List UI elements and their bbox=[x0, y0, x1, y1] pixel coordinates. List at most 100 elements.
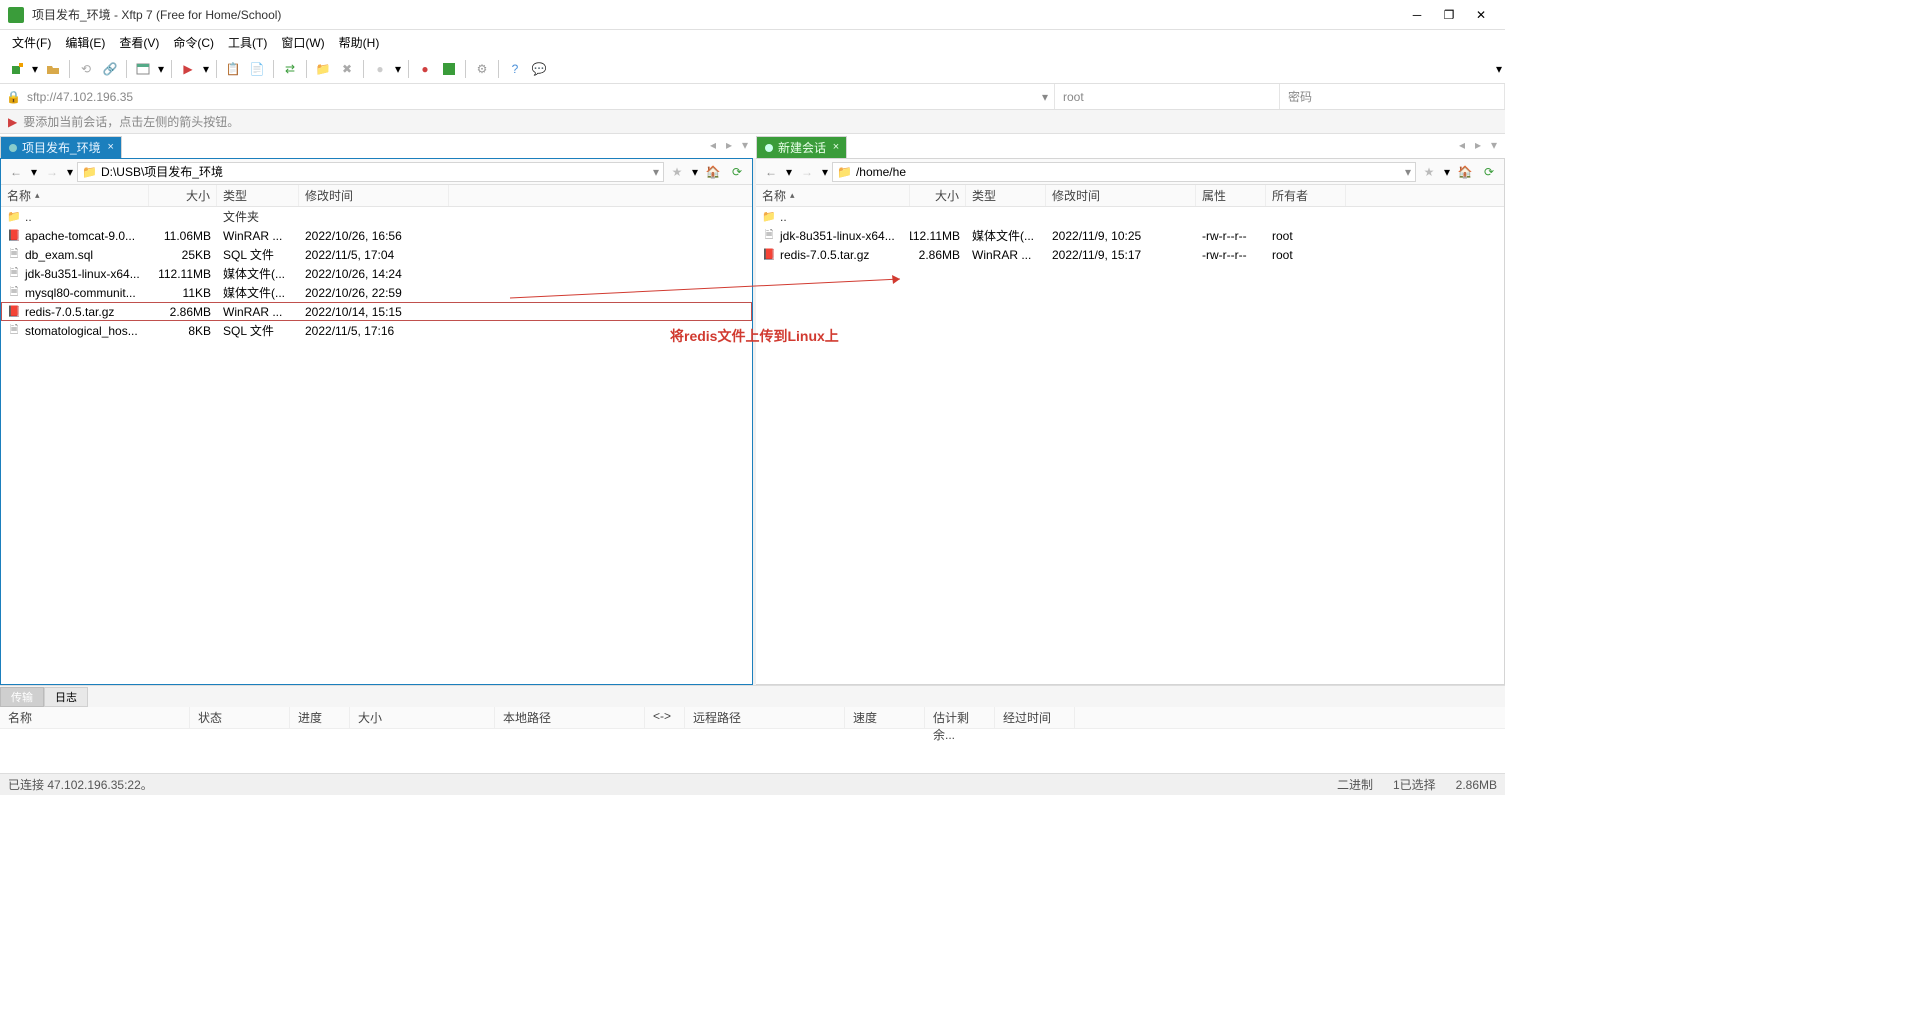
col-attr[interactable]: 属性 bbox=[1196, 185, 1266, 206]
password-field[interactable]: 密码 bbox=[1280, 84, 1505, 109]
path-dropdown-icon[interactable]: ▾ bbox=[1405, 165, 1411, 179]
forward-icon[interactable]: → bbox=[796, 162, 818, 182]
home-icon[interactable]: 🏠 bbox=[1454, 162, 1476, 182]
tab-menu-icon[interactable]: ▾ bbox=[738, 137, 752, 153]
new-session-dropdown[interactable]: ▾ bbox=[30, 62, 40, 76]
username-field[interactable]: root bbox=[1055, 84, 1280, 109]
file-row[interactable]: 🗎jdk-8u351-linux-x64...112.11MB媒体文件(...2… bbox=[1, 264, 752, 283]
file-row[interactable]: 📕redis-7.0.5.tar.gz2.86MBWinRAR ...2022/… bbox=[1, 302, 752, 321]
tab-menu-icon[interactable]: ▾ bbox=[1487, 137, 1501, 153]
file-row[interactable]: 🗎mysql80-communit...11KB媒体文件(...2022/10/… bbox=[1, 283, 752, 302]
file-row[interactable]: 🗎db_exam.sql25KBSQL 文件2022/11/5, 17:04 bbox=[1, 245, 752, 264]
toolbar-overflow-icon[interactable]: ▾ bbox=[1496, 62, 1502, 76]
tab-close-icon[interactable]: × bbox=[830, 141, 842, 153]
menu-file[interactable]: 文件(F) bbox=[6, 32, 57, 53]
close-button[interactable]: ✕ bbox=[1465, 3, 1497, 27]
col-date[interactable]: 修改时间 bbox=[299, 185, 449, 206]
menu-edit[interactable]: 编辑(E) bbox=[59, 32, 111, 53]
minimize-button[interactable]: ─ bbox=[1401, 3, 1433, 27]
up-dir-row[interactable]: 📁.. bbox=[756, 207, 1504, 226]
remote-file-list[interactable]: 📁.. 🗎jdk-8u351-linux-x64...112.11MB媒体文件(… bbox=[756, 207, 1504, 684]
back-icon[interactable]: ← bbox=[5, 162, 27, 182]
menu-tool[interactable]: 工具(T) bbox=[222, 32, 273, 53]
col-size[interactable]: 大小 bbox=[149, 185, 217, 206]
xcol-status[interactable]: 状态 bbox=[190, 707, 290, 728]
new-folder-icon[interactable]: 📁 bbox=[312, 58, 334, 80]
tab-close-icon[interactable]: × bbox=[105, 141, 117, 153]
up-dir-row[interactable]: 📁.. 文件夹 bbox=[1, 207, 752, 226]
forward-icon[interactable]: → bbox=[41, 162, 63, 182]
tab-next-icon[interactable]: ▸ bbox=[722, 137, 736, 153]
refresh-icon[interactable]: ⟳ bbox=[1478, 162, 1500, 182]
xcol-name[interactable]: 名称 bbox=[0, 707, 190, 728]
maximize-button[interactable]: ❐ bbox=[1433, 3, 1465, 27]
menu-window[interactable]: 窗口(W) bbox=[275, 32, 330, 53]
stop-icon[interactable]: ● bbox=[369, 58, 391, 80]
col-type[interactable]: 类型 bbox=[217, 185, 299, 206]
xcol-elapsed[interactable]: 经过时间 bbox=[995, 707, 1075, 728]
col-owner[interactable]: 所有者 bbox=[1266, 185, 1346, 206]
tab-prev-icon[interactable]: ◂ bbox=[1455, 137, 1469, 153]
back-icon[interactable]: ← bbox=[760, 162, 782, 182]
open-session-icon[interactable] bbox=[42, 58, 64, 80]
col-type[interactable]: 类型 bbox=[966, 185, 1046, 206]
star-icon[interactable]: ★ bbox=[666, 162, 688, 182]
help-icon[interactable]: ? bbox=[504, 58, 526, 80]
xcol-progress[interactable]: 进度 bbox=[290, 707, 350, 728]
play-dropdown[interactable]: ▾ bbox=[201, 62, 211, 76]
local-file-list[interactable]: 📁.. 文件夹 📕apache-tomcat-9.0...11.06MBWinR… bbox=[1, 207, 752, 684]
url-dropdown-icon[interactable]: ▾ bbox=[1042, 90, 1048, 104]
path-dropdown-icon[interactable]: ▾ bbox=[653, 165, 659, 179]
menu-view[interactable]: 查看(V) bbox=[113, 32, 165, 53]
tab-local[interactable]: 项目发布_环境 × bbox=[0, 136, 122, 158]
sync-icon[interactable]: ⇄ bbox=[279, 58, 301, 80]
delete-icon[interactable]: ✖ bbox=[336, 58, 358, 80]
tab-transfer[interactable]: 传输 bbox=[0, 687, 44, 707]
back-dropdown[interactable]: ▾ bbox=[784, 165, 794, 179]
menu-help[interactable]: 帮助(H) bbox=[333, 32, 386, 53]
xcol-dir[interactable]: <-> bbox=[645, 707, 685, 728]
tab-prev-icon[interactable]: ◂ bbox=[706, 137, 720, 153]
file-row[interactable]: 📕apache-tomcat-9.0...11.06MBWinRAR ...20… bbox=[1, 226, 752, 245]
forward-dropdown[interactable]: ▾ bbox=[65, 165, 75, 179]
star-icon[interactable]: ★ bbox=[1418, 162, 1440, 182]
star-dropdown[interactable]: ▾ bbox=[690, 165, 700, 179]
xcol-size[interactable]: 大小 bbox=[350, 707, 495, 728]
play-icon[interactable]: ▶ bbox=[177, 58, 199, 80]
url-field[interactable]: 🔒 sftp://47.102.196.35 ▾ bbox=[0, 84, 1055, 109]
chat-icon[interactable]: 💬 bbox=[528, 58, 550, 80]
file-row[interactable]: 📕redis-7.0.5.tar.gz2.86MBWinRAR ...2022/… bbox=[756, 245, 1504, 264]
forward-dropdown[interactable]: ▾ bbox=[820, 165, 830, 179]
new-session-icon[interactable] bbox=[6, 58, 28, 80]
gear-icon[interactable]: ⚙ bbox=[471, 58, 493, 80]
xcol-rpath[interactable]: 远程路径 bbox=[685, 707, 845, 728]
tab-remote[interactable]: 新建会话 × bbox=[756, 136, 847, 158]
tab-log[interactable]: 日志 bbox=[44, 687, 88, 707]
copy-icon[interactable]: 📋 bbox=[222, 58, 244, 80]
col-name[interactable]: 名称▴ bbox=[1, 185, 149, 206]
transfer-list[interactable] bbox=[0, 729, 1505, 773]
link-icon[interactable]: 🔗 bbox=[99, 58, 121, 80]
col-size[interactable]: 大小 bbox=[910, 185, 966, 206]
file-row[interactable]: 🗎stomatological_hos...8KBSQL 文件2022/11/5… bbox=[1, 321, 752, 340]
remote-path-input[interactable]: 📁 /home/he ▾ bbox=[832, 162, 1416, 182]
star-dropdown[interactable]: ▾ bbox=[1442, 165, 1452, 179]
xcol-lpath[interactable]: 本地路径 bbox=[495, 707, 645, 728]
menu-cmd[interactable]: 命令(C) bbox=[167, 32, 220, 53]
home-icon[interactable]: 🏠 bbox=[702, 162, 724, 182]
new-window-icon[interactable] bbox=[132, 58, 154, 80]
refresh-icon[interactable]: ⟳ bbox=[726, 162, 748, 182]
paste-icon[interactable]: 📄 bbox=[246, 58, 268, 80]
col-date[interactable]: 修改时间 bbox=[1046, 185, 1196, 206]
local-path-input[interactable]: 📁 D:\USB\项目发布_环境 ▾ bbox=[77, 162, 664, 182]
col-name[interactable]: 名称▴ bbox=[756, 185, 910, 206]
red-dot-icon[interactable]: ● bbox=[414, 58, 436, 80]
window-dropdown[interactable]: ▾ bbox=[156, 62, 166, 76]
xcol-eta[interactable]: 估计剩余... bbox=[925, 707, 995, 728]
file-row[interactable]: 🗎jdk-8u351-linux-x64...112.11MB媒体文件(...2… bbox=[756, 226, 1504, 245]
green-square-icon[interactable] bbox=[438, 58, 460, 80]
stop-dropdown[interactable]: ▾ bbox=[393, 62, 403, 76]
reconnect-icon[interactable]: ⟲ bbox=[75, 58, 97, 80]
xcol-speed[interactable]: 速度 bbox=[845, 707, 925, 728]
tab-next-icon[interactable]: ▸ bbox=[1471, 137, 1485, 153]
